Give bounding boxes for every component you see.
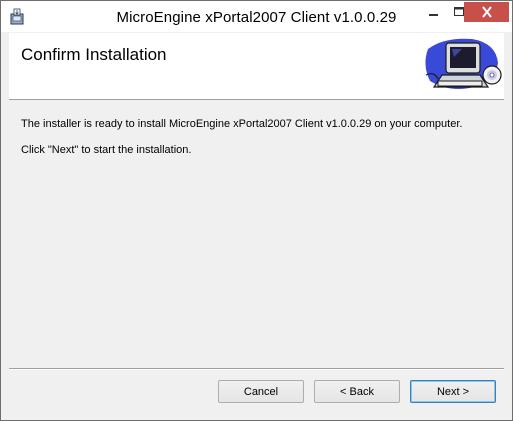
back-button[interactable]: < Back	[314, 380, 400, 403]
footer-divider	[9, 368, 504, 370]
computer-cd-icon	[425, 38, 502, 89]
ready-message: The installer is ready to install MicroE…	[21, 118, 463, 130]
instruction-message: Click "Next" to start the installation.	[21, 144, 192, 156]
header-banner: Confirm Installation	[9, 33, 504, 100]
close-button[interactable]	[464, 2, 509, 22]
close-icon	[481, 6, 492, 18]
minimize-icon	[429, 14, 438, 16]
next-button[interactable]: Next >	[410, 380, 496, 403]
cancel-button[interactable]: Cancel	[218, 380, 304, 403]
minimize-button[interactable]	[420, 2, 446, 22]
title-bar[interactable]: MicroEngine xPortal2007 Client v1.0.0.29	[1, 1, 512, 32]
installer-window: MicroEngine xPortal2007 Client v1.0.0.29…	[0, 0, 513, 421]
page-title: Confirm Installation	[21, 45, 167, 64]
